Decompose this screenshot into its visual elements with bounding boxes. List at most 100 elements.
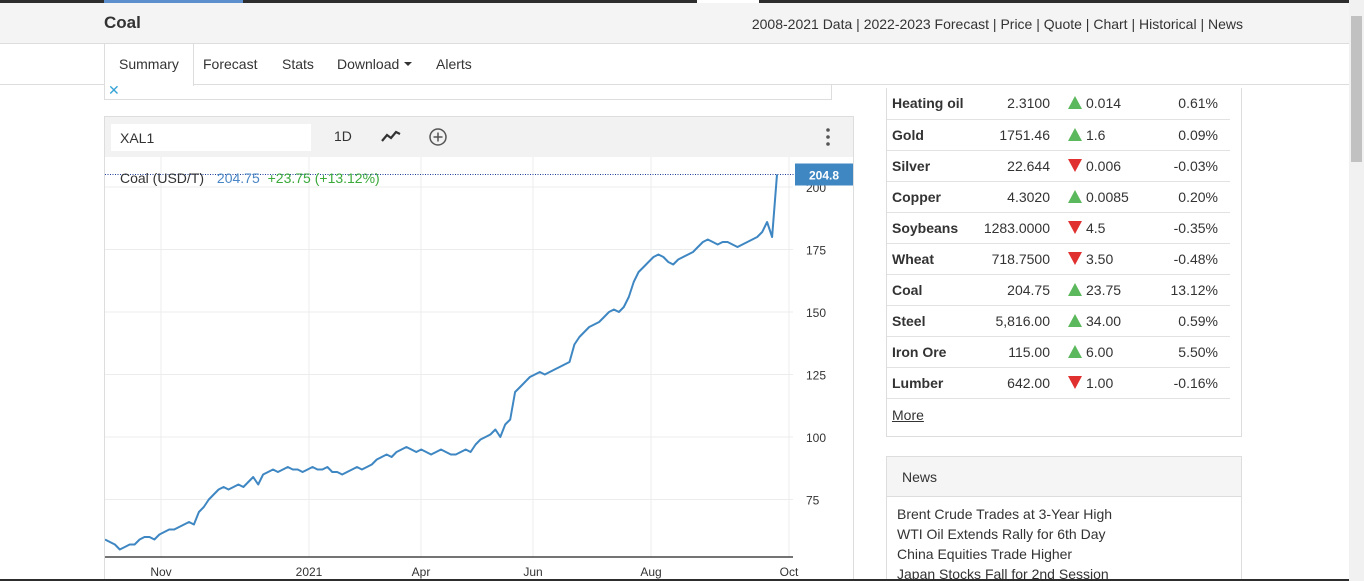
market-change-text: 34.00 xyxy=(1086,312,1122,329)
market-row[interactable]: Lumber 642.00 1.00 -0.16% xyxy=(887,367,1230,399)
market-name-text[interactable]: Iron Ore xyxy=(892,344,946,360)
line-chart-icon[interactable] xyxy=(381,129,401,148)
market-percent-text: -0.16% xyxy=(1173,374,1218,391)
market-name-text[interactable]: Silver xyxy=(892,158,930,174)
market-price: 115.00 xyxy=(979,336,1064,368)
market-percent: 5.50% xyxy=(1156,336,1230,368)
triangle-down-icon xyxy=(1068,220,1082,234)
tab-summary[interactable]: Summary xyxy=(104,44,194,86)
triangle-down-icon xyxy=(1068,158,1082,172)
market-row[interactable]: Silver 22.644 0.006 -0.03% xyxy=(887,150,1230,182)
triangle-down-icon xyxy=(1068,251,1082,265)
market-change: 0.014 xyxy=(1064,88,1156,120)
market-price: 4.3020 xyxy=(979,181,1064,213)
market-name-text[interactable]: Wheat xyxy=(892,251,934,267)
market-row[interactable]: Heating oil 2.3100 0.014 0.61% xyxy=(887,88,1230,120)
market-change-text: 23.75 xyxy=(1086,281,1122,298)
market-percent-text: 0.09% xyxy=(1178,126,1218,143)
link-forecast[interactable]: 2022-2023 Forecast xyxy=(864,16,989,32)
tab-stats[interactable]: Stats xyxy=(268,44,328,85)
market-name[interactable]: Steel xyxy=(887,305,979,337)
link-chart[interactable]: Chart xyxy=(1093,16,1127,32)
market-percent-text: 5.50% xyxy=(1178,343,1218,360)
market-price: 1751.46 xyxy=(979,119,1064,151)
market-row[interactable]: Iron Ore 115.00 6.00 5.50% xyxy=(887,336,1230,368)
tab-alerts[interactable]: Alerts xyxy=(422,44,486,85)
market-row[interactable]: Soybeans 1283.0000 4.5 -0.35% xyxy=(887,212,1230,244)
link-quote[interactable]: Quote xyxy=(1044,16,1082,32)
symbol-input[interactable] xyxy=(111,124,311,151)
interval-button[interactable]: 1D xyxy=(334,128,352,144)
market-percent-text: 0.20% xyxy=(1178,188,1218,205)
market-price-text: 4.3020 xyxy=(1007,188,1050,205)
market-name[interactable]: Silver xyxy=(887,150,979,182)
market-change: 3.50 xyxy=(1064,243,1156,275)
market-name[interactable]: Lumber xyxy=(887,367,979,399)
tab-forecast[interactable]: Forecast xyxy=(189,44,271,85)
page-scrollbar[interactable] xyxy=(1349,0,1364,581)
link-data[interactable]: 2008-2021 Data xyxy=(752,16,852,32)
market-change-text: 3.50 xyxy=(1086,250,1114,267)
x-tick-label: Oct xyxy=(780,565,799,579)
link-news[interactable]: News xyxy=(1208,16,1243,32)
add-indicator-icon[interactable] xyxy=(428,127,448,152)
market-row[interactable]: Steel 5,816.00 34.00 0.59% xyxy=(887,305,1230,337)
scrollbar-thumb[interactable] xyxy=(1351,16,1362,162)
chart-panel: 1D 75100125150175200Nov2021AprJunAugOct2… xyxy=(104,116,854,581)
market-row[interactable]: Wheat 718.7500 3.50 -0.48% xyxy=(887,243,1230,275)
market-name[interactable]: Soybeans xyxy=(887,212,979,244)
market-change: 0.006 xyxy=(1064,150,1156,182)
y-tick-label: 175 xyxy=(806,244,826,258)
market-price-text: 1283.0000 xyxy=(983,219,1050,236)
news-item[interactable]: WTI Oil Extends Rally for 6th Day xyxy=(897,524,1231,544)
market-price: 204.75 xyxy=(979,274,1064,306)
market-name-text[interactable]: Steel xyxy=(892,313,925,329)
market-change: 34.00 xyxy=(1064,305,1156,337)
market-name-text[interactable]: Heating oil xyxy=(892,95,964,111)
market-name[interactable]: Iron Ore xyxy=(887,336,979,368)
x-tick-label: Apr xyxy=(412,565,431,579)
tab-download-label: Download xyxy=(337,56,400,72)
market-change: 0.0085 xyxy=(1064,181,1156,213)
price-chart[interactable]: 75100125150175200Nov 2021 Apr Jun Aug Oct204.… xyxy=(105,157,853,581)
more-link[interactable]: More xyxy=(892,407,924,423)
news-item[interactable]: Brent Crude Trades at 3-Year High xyxy=(897,504,1231,524)
link-price[interactable]: Price xyxy=(1000,16,1032,32)
market-percent: 0.59% xyxy=(1156,305,1230,337)
market-name[interactable]: Coal xyxy=(887,274,979,306)
market-change-text: 0.0085 xyxy=(1086,188,1129,205)
market-name-text[interactable]: Gold xyxy=(892,127,924,143)
x-tick-label: Aug xyxy=(640,565,661,579)
close-icon[interactable]: ✕ xyxy=(108,83,120,97)
market-percent-text: -0.35% xyxy=(1173,219,1218,236)
market-price: 718.7500 xyxy=(979,243,1064,275)
market-name[interactable]: Wheat xyxy=(887,243,979,275)
market-price: 5,816.00 xyxy=(979,305,1064,337)
market-name-text[interactable]: Lumber xyxy=(892,375,943,391)
market-price: 642.00 xyxy=(979,367,1064,399)
triangle-down-icon xyxy=(1068,375,1082,389)
x-tick-label: Jun xyxy=(523,565,542,579)
market-row[interactable]: Gold 1751.46 1.6 0.09% xyxy=(887,119,1230,151)
market-row[interactable]: Copper 4.3020 0.0085 0.20% xyxy=(887,181,1230,213)
news-item[interactable]: China Equities Trade Higher xyxy=(897,544,1231,564)
market-name[interactable]: Gold xyxy=(887,119,979,151)
market-row[interactable]: Coal 204.75 23.75 13.12% xyxy=(887,274,1230,306)
market-change-text: 4.5 xyxy=(1086,219,1106,236)
market-name-text[interactable]: Coal xyxy=(892,282,922,298)
market-name-text[interactable]: Soybeans xyxy=(892,220,958,236)
market-name[interactable]: Heating oil xyxy=(887,88,979,120)
market-price-text: 22.644 xyxy=(1007,157,1050,174)
market-percent-text: 13.12% xyxy=(1170,281,1218,298)
market-name[interactable]: Copper xyxy=(887,181,979,213)
more-options-icon[interactable] xyxy=(825,127,831,152)
x-tick-label: Nov xyxy=(150,565,171,579)
instrument-name: Coal (USD/T) xyxy=(120,170,205,186)
link-historical[interactable]: Historical xyxy=(1139,16,1197,32)
market-name-text[interactable]: Copper xyxy=(892,189,941,205)
triangle-up-icon xyxy=(1068,96,1082,110)
more-row: More xyxy=(887,399,1241,436)
triangle-up-icon xyxy=(1068,189,1082,203)
market-change-text: 6.00 xyxy=(1086,343,1114,360)
tab-download[interactable]: Download xyxy=(323,44,426,85)
